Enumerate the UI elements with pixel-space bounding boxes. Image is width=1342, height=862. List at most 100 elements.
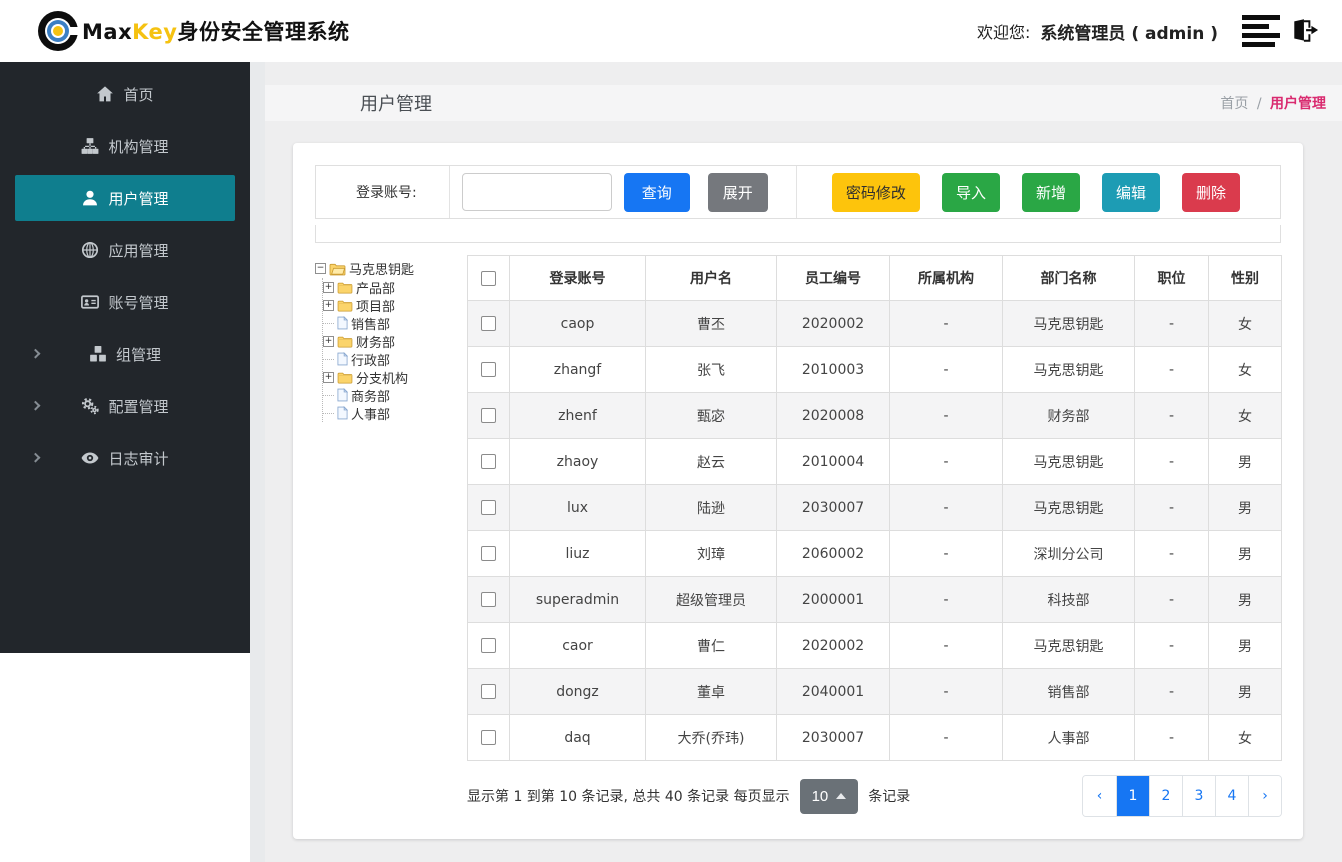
sidebar-item-label: 组管理 <box>115 345 161 364</box>
table-cell: 2000001 <box>776 576 890 623</box>
table-cell: - <box>889 576 1003 623</box>
row-checkbox[interactable] <box>481 454 496 469</box>
tree-node[interactable]: + 分支机构 <box>323 368 465 387</box>
collapsed-advanced-search <box>315 225 1281 243</box>
table-cell: - <box>1134 622 1209 669</box>
table-cell: zhenf <box>509 392 646 439</box>
tree-node[interactable]: 行政部 <box>323 350 465 369</box>
tree-node-root[interactable]: − 马克思钥匙 <box>315 259 465 278</box>
table-row[interactable]: zhaoy 赵云 2010004- 马克思钥匙 - 男 <box>467 438 1282 485</box>
pager-next[interactable]: › <box>1248 776 1281 816</box>
tree-node[interactable]: 商务部 <box>323 386 465 405</box>
row-checkbox[interactable] <box>481 546 496 561</box>
tree-node[interactable]: 销售部 <box>323 314 465 333</box>
menu-bars-icon[interactable] <box>1242 15 1280 47</box>
action-button-info-编辑[interactable]: 编辑 <box>1101 172 1160 212</box>
table-cell: - <box>889 300 1003 347</box>
pagination-bar: 显示第 1 到第 10 条记录, 总共 40 条记录 每页显示 10 条记录 ‹… <box>467 775 1282 817</box>
table-row[interactable]: liuz 刘璋 2060002- 深圳分公司 - 男 <box>467 530 1282 577</box>
sidebar-gap <box>250 62 265 862</box>
page-size-select[interactable]: 10 <box>799 778 859 814</box>
sidebar-item-group[interactable]: 组管理 <box>15 328 235 380</box>
header-cell: 性别 <box>1208 255 1282 301</box>
pager-page-2[interactable]: 2 <box>1149 776 1182 816</box>
breadcrumb-home-link[interactable]: 首页 <box>1220 96 1248 112</box>
tree-expand-toggle[interactable]: + <box>323 299 334 311</box>
sidebar-item-audit[interactable]: 日志审计 <box>15 432 235 484</box>
table-cell: - <box>889 530 1003 577</box>
row-checkbox[interactable] <box>481 592 496 607</box>
sitemap-icon <box>81 137 99 155</box>
tree-connector <box>323 394 334 396</box>
tree-node[interactable]: + 财务部 <box>323 332 465 351</box>
file-icon <box>337 352 348 366</box>
table-row[interactable]: daq 大乔(乔玮) 2030007- 人事部 - 女 <box>467 714 1282 761</box>
expand-button[interactable]: 展开 <box>707 172 768 212</box>
row-checkbox[interactable] <box>481 362 496 377</box>
folder-open-icon <box>329 262 346 276</box>
tree-node-label: 商务部 <box>351 389 391 405</box>
row-checkbox[interactable] <box>481 408 496 423</box>
table-row[interactable]: superadmin 超级管理员 2000001- 科技部 - 男 <box>467 576 1282 623</box>
brand: MaxKey身份安全管理系统 <box>38 11 349 51</box>
table-cell: 男 <box>1208 530 1282 577</box>
pager-page-1[interactable]: 1 <box>1116 776 1149 816</box>
table-row[interactable]: zhangf 张飞 2010003- 马克思钥匙 - 女 <box>467 346 1282 393</box>
action-button-danger-删除[interactable]: 删除 <box>1181 172 1240 212</box>
eye-icon <box>81 449 99 467</box>
table-cell: - <box>1134 484 1209 531</box>
sidebar-item-org[interactable]: 机构管理 <box>15 120 235 172</box>
login-account-label: 登录账号: <box>356 185 417 201</box>
row-checkbox[interactable] <box>481 730 496 745</box>
tree-node-label: 分支机构 <box>356 371 409 387</box>
table-row[interactable]: lux 陆逊 2030007- 马克思钥匙 - 男 <box>467 484 1282 531</box>
tree-node[interactable]: + 项目部 <box>323 296 465 315</box>
table-row[interactable]: caor 曹仁 2020002- 马克思钥匙 - 男 <box>467 622 1282 669</box>
action-button-warning-密码修改[interactable]: 密码修改 <box>831 172 920 212</box>
tree-expand-toggle[interactable]: + <box>323 335 334 347</box>
table-cell: 2010003 <box>776 346 890 393</box>
row-checkbox[interactable] <box>481 638 496 653</box>
tree-expand-toggle[interactable]: + <box>323 371 334 383</box>
pager-page-4[interactable]: 4 <box>1215 776 1248 816</box>
table-cell: caop <box>509 300 646 347</box>
select-all-checkbox[interactable] <box>481 270 496 286</box>
caret-up-icon <box>836 793 847 799</box>
table-row[interactable]: zhenf 甄宓 2020008- 财务部 - 女 <box>467 392 1282 439</box>
tree-node[interactable]: + 产品部 <box>323 278 465 297</box>
action-button-success-新增[interactable]: 新增 <box>1021 172 1080 212</box>
row-checkbox[interactable] <box>481 500 496 515</box>
sidebar-item-app[interactable]: 应用管理 <box>15 224 235 276</box>
tree-node[interactable]: 人事部 <box>323 404 465 423</box>
query-button[interactable]: 查询 <box>623 172 690 212</box>
table-cell: 赵云 <box>645 438 777 485</box>
pager-page-3[interactable]: 3 <box>1182 776 1215 816</box>
action-button-success-导入[interactable]: 导入 <box>941 172 1000 212</box>
table-row[interactable]: caop 曹丕 2020002- 马克思钥匙 - 女 <box>467 300 1282 347</box>
login-account-input[interactable] <box>461 173 612 211</box>
pager-prev[interactable]: ‹ <box>1083 776 1116 816</box>
sidebar-item-account[interactable]: 账号管理 <box>15 276 235 328</box>
table-cell: liuz <box>509 530 646 577</box>
sidebar-item-user[interactable]: 用户管理 <box>15 175 235 221</box>
tree-expand-toggle[interactable]: + <box>323 281 334 293</box>
sidebar-item-home[interactable]: 首页 <box>15 68 235 120</box>
table-cell: - <box>1134 668 1209 715</box>
row-select-cell <box>467 392 510 439</box>
sidebar-item-config[interactable]: 配置管理 <box>15 380 235 432</box>
table-cell: - <box>889 438 1003 485</box>
row-checkbox[interactable] <box>481 684 496 699</box>
gears-icon <box>81 397 100 415</box>
tree-collapse-toggle[interactable]: − <box>315 263 326 274</box>
table-cell: - <box>889 622 1003 669</box>
table-cell: 财务部 <box>1002 392 1135 439</box>
table-cell: zhaoy <box>509 438 646 485</box>
table-row[interactable]: dongz 董卓 2040001- 销售部 - 男 <box>467 668 1282 715</box>
table-cell: 人事部 <box>1002 714 1135 761</box>
select-all-header-cell <box>467 255 510 301</box>
content-area: 用户管理 首页 / 用户管理 登录账号: 查询 展开 密码修改 导入 新增 编辑 删除 <box>265 62 1342 862</box>
maxkey-logo <box>38 11 80 51</box>
logout-icon[interactable] <box>1290 17 1320 45</box>
row-checkbox[interactable] <box>481 316 496 331</box>
table-cell: 2030007 <box>776 714 890 761</box>
